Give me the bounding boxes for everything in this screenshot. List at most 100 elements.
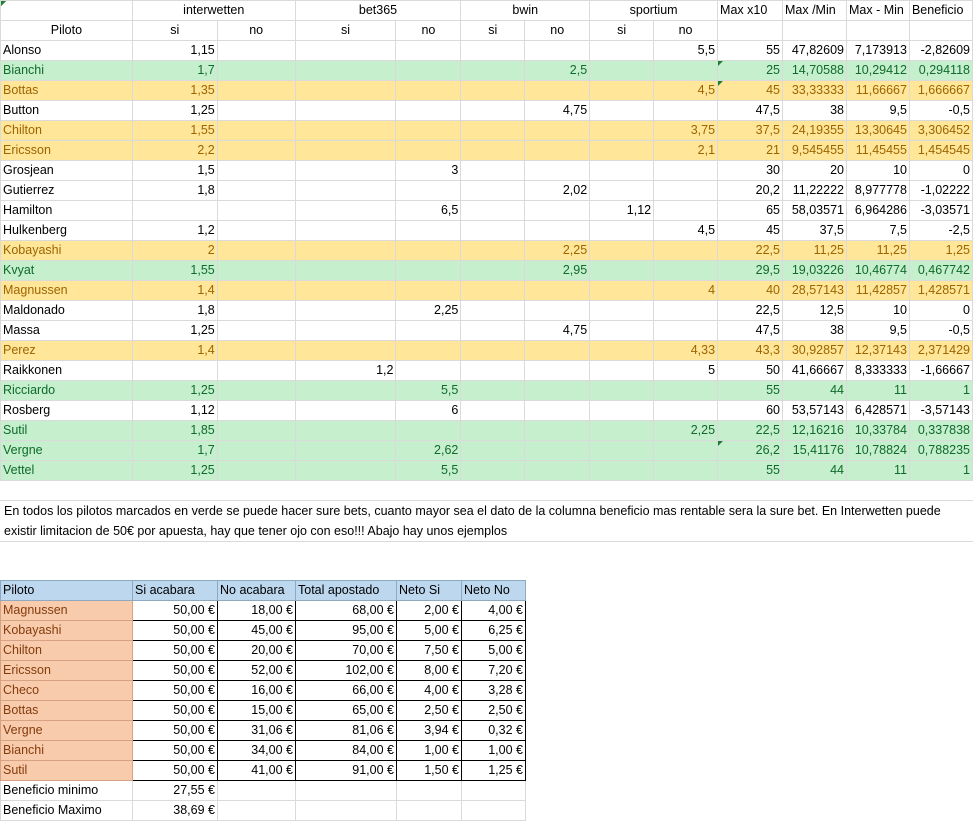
odds-cell[interactable] xyxy=(395,360,462,381)
odds-cell[interactable] xyxy=(294,140,397,161)
max-minus-min-cell[interactable]: 9,5 xyxy=(845,320,910,341)
max-x10-cell[interactable]: 55 xyxy=(717,460,783,481)
odds-cell[interactable] xyxy=(460,240,526,261)
odds-cell[interactable] xyxy=(216,460,296,481)
odds-cell[interactable]: 2,1 xyxy=(653,140,719,161)
odds-cell[interactable] xyxy=(524,80,591,101)
odds-cell[interactable]: 1,35 xyxy=(131,80,218,101)
odds-cell[interactable] xyxy=(653,240,719,261)
si-header[interactable]: si xyxy=(460,20,526,41)
max-x10-cell[interactable]: 45 xyxy=(717,220,783,241)
max-min-cell[interactable]: 24,19355 xyxy=(782,120,847,141)
odds-cell[interactable] xyxy=(460,280,526,301)
pilot-name-cell[interactable]: Kobayashi xyxy=(0,240,133,261)
max-x10-cell[interactable]: 26,2 xyxy=(717,440,783,461)
beneficio-cell[interactable]: 0,467742 xyxy=(908,260,973,281)
odds-cell[interactable] xyxy=(395,60,462,81)
summary-value-cell[interactable]: 27,55 € xyxy=(132,780,218,801)
odds-cell[interactable]: 4,33 xyxy=(653,340,719,361)
odds-cell[interactable]: 5,5 xyxy=(395,380,462,401)
examples-money-cell[interactable]: 3,28 € xyxy=(461,680,526,701)
examples-pilot-cell[interactable]: Vergne xyxy=(0,720,133,741)
pilot-name-cell[interactable]: Kvyat xyxy=(0,260,133,281)
max-min-cell[interactable]: 47,82609 xyxy=(782,40,847,61)
examples-money-cell[interactable]: 68,00 € xyxy=(295,600,397,621)
odds-cell[interactable] xyxy=(589,220,655,241)
max-min-cell[interactable]: 11,25 xyxy=(782,240,847,261)
examples-money-cell[interactable]: 5,00 € xyxy=(461,640,526,661)
pilot-name-cell[interactable]: Bianchi xyxy=(0,60,133,81)
max-x10-cell[interactable]: 55 xyxy=(717,40,783,61)
max-x10-cell[interactable]: 47,5 xyxy=(717,320,783,341)
odds-cell[interactable] xyxy=(395,100,462,121)
odds-cell[interactable]: 2,95 xyxy=(524,260,591,281)
pilot-name-cell[interactable]: Ricciardo xyxy=(0,380,133,401)
beneficio-cell[interactable]: -0,5 xyxy=(908,100,973,121)
odds-cell[interactable] xyxy=(216,320,296,341)
odds-cell[interactable] xyxy=(589,380,655,401)
pilot-name-cell[interactable]: Chilton xyxy=(0,120,133,141)
max-x10-cell[interactable]: 22,5 xyxy=(717,420,783,441)
odds-cell[interactable] xyxy=(589,280,655,301)
examples-money-cell[interactable]: 16,00 € xyxy=(217,680,296,701)
odds-cell[interactable] xyxy=(653,260,719,281)
odds-cell[interactable] xyxy=(294,280,397,301)
odds-cell[interactable]: 1,7 xyxy=(131,440,218,461)
odds-cell[interactable] xyxy=(216,440,296,461)
max-minus-min-cell[interactable]: 10,29412 xyxy=(845,60,910,81)
odds-cell[interactable]: 4,5 xyxy=(653,220,719,241)
odds-cell[interactable] xyxy=(524,340,591,361)
max-x10-cell[interactable]: 47,5 xyxy=(717,100,783,121)
odds-cell[interactable] xyxy=(460,140,526,161)
odds-cell[interactable] xyxy=(524,360,591,381)
odds-cell[interactable] xyxy=(460,200,526,221)
pilot-name-cell[interactable]: Massa xyxy=(0,320,133,341)
odds-cell[interactable]: 2,5 xyxy=(524,60,591,81)
max-x10-header[interactable]: Max x10 xyxy=(717,0,783,21)
odds-cell[interactable] xyxy=(395,140,462,161)
odds-cell[interactable] xyxy=(395,420,462,441)
beneficio-cell[interactable]: 0,788235 xyxy=(908,440,973,461)
pilot-name-cell[interactable]: Vergne xyxy=(0,440,133,461)
odds-cell[interactable] xyxy=(653,300,719,321)
odds-cell[interactable]: 1,2 xyxy=(294,360,397,381)
examples-money-cell[interactable]: 1,00 € xyxy=(461,740,526,761)
max-min-cell[interactable]: 28,57143 xyxy=(782,280,847,301)
odds-cell[interactable] xyxy=(395,340,462,361)
odds-cell[interactable] xyxy=(524,40,591,61)
odds-cell[interactable] xyxy=(589,460,655,481)
pilot-name-cell[interactable]: Button xyxy=(0,100,133,121)
odds-cell[interactable] xyxy=(216,60,296,81)
examples-pilot-cell[interactable]: Magnussen xyxy=(0,600,133,621)
odds-cell[interactable] xyxy=(460,440,526,461)
max-min-cell[interactable]: 37,5 xyxy=(782,220,847,241)
examples-money-cell[interactable]: 4,00 € xyxy=(396,680,462,701)
max-min-cell[interactable]: 9,545455 xyxy=(782,140,847,161)
odds-cell[interactable]: 2,2 xyxy=(131,140,218,161)
odds-cell[interactable]: 1,5 xyxy=(131,160,218,181)
odds-cell[interactable] xyxy=(216,140,296,161)
odds-cell[interactable] xyxy=(460,60,526,81)
examples-money-cell[interactable]: 45,00 € xyxy=(217,620,296,641)
odds-cell[interactable] xyxy=(524,220,591,241)
odds-cell[interactable]: 1,4 xyxy=(131,280,218,301)
odds-cell[interactable] xyxy=(589,160,655,181)
empty-cell[interactable] xyxy=(908,20,973,41)
max-min-cell[interactable]: 38 xyxy=(782,100,847,121)
odds-cell[interactable]: 5,5 xyxy=(395,460,462,481)
max-min-cell[interactable]: 12,16216 xyxy=(782,420,847,441)
odds-cell[interactable]: 1,12 xyxy=(589,200,655,221)
examples-pilot-cell[interactable]: Checo xyxy=(0,680,133,701)
odds-cell[interactable] xyxy=(524,440,591,461)
pilot-name-cell[interactable]: Bottas xyxy=(0,80,133,101)
beneficio-cell[interactable]: -0,5 xyxy=(908,320,973,341)
odds-cell[interactable] xyxy=(589,360,655,381)
odds-cell[interactable] xyxy=(653,160,719,181)
examples-money-cell[interactable]: 66,00 € xyxy=(295,680,397,701)
max-minus-min-cell[interactable]: 10,33784 xyxy=(845,420,910,441)
odds-cell[interactable] xyxy=(216,400,296,421)
odds-cell[interactable] xyxy=(294,220,397,241)
odds-cell[interactable] xyxy=(589,320,655,341)
examples-pilot-cell[interactable]: Bottas xyxy=(0,700,133,721)
odds-cell[interactable] xyxy=(460,460,526,481)
